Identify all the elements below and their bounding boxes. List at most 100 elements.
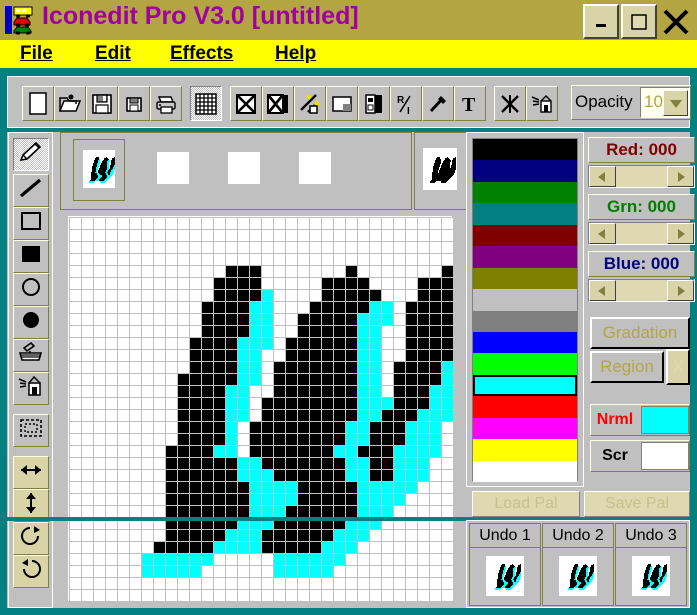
rectangle-outline-icon xyxy=(18,210,44,237)
text-button[interactable]: T xyxy=(454,86,486,121)
blue-scrollbar[interactable] xyxy=(588,279,695,302)
preview-strip xyxy=(60,132,412,210)
palette-swatch-green[interactable] xyxy=(473,181,577,204)
region-clear-button[interactable]: X xyxy=(666,349,690,385)
palette-swatch-maroon[interactable] xyxy=(473,224,577,247)
open-file-button[interactable] xyxy=(54,86,86,121)
screen-color-row[interactable]: Scr xyxy=(590,440,690,472)
menu-effects[interactable]: Effects xyxy=(170,43,233,65)
green-decrement-button[interactable] xyxy=(589,223,616,244)
red-scrollbar[interactable] xyxy=(588,165,695,188)
normal-color-row[interactable]: Nrml xyxy=(590,404,690,436)
right-arrow-icon xyxy=(678,229,685,239)
save-palette-button[interactable]: Save Pal xyxy=(584,491,690,517)
spray-tool[interactable] xyxy=(13,372,49,405)
ratio-button[interactable]: RI xyxy=(390,86,422,121)
eyedropper-button[interactable] xyxy=(422,86,454,121)
rotate-cw-tool[interactable] xyxy=(13,522,49,555)
palette-swatch-navy[interactable] xyxy=(473,160,577,182)
pixel-canvas[interactable] xyxy=(67,215,453,602)
region-button[interactable]: Region xyxy=(590,351,664,383)
green-scrollbar[interactable] xyxy=(588,222,695,245)
screen-color-swatch[interactable] xyxy=(641,442,689,470)
undo-slot-3[interactable]: Undo 3 xyxy=(615,523,687,606)
select-region-tool[interactable] xyxy=(13,414,49,447)
opacity-dropdown-button[interactable] xyxy=(663,90,688,116)
ellipse-outline-tool[interactable] xyxy=(13,273,49,306)
device-button[interactable] xyxy=(358,86,390,121)
close-button[interactable] xyxy=(659,6,693,37)
undo-slot-1[interactable]: Undo 1 xyxy=(469,523,541,606)
palette-swatch-lime[interactable] xyxy=(473,353,577,375)
screen-color-label: Scr xyxy=(602,447,628,464)
blue-increment-button[interactable] xyxy=(667,280,694,301)
preview-slot-4[interactable] xyxy=(299,152,331,184)
green-increment-button[interactable] xyxy=(667,223,694,244)
palette-swatch-silver[interactable] xyxy=(473,289,577,311)
canvas-area xyxy=(62,212,458,606)
menu-file[interactable]: File xyxy=(20,43,53,65)
flip-horizontal-tool[interactable] xyxy=(13,456,49,489)
green-control: Grn: 000 xyxy=(588,194,695,245)
red-decrement-button[interactable] xyxy=(589,166,616,187)
left-arrow-icon xyxy=(598,172,605,182)
rotate-counterclockwise-icon xyxy=(18,557,44,586)
blue-control: Blue: 000 xyxy=(588,251,695,302)
palette-swatch-black[interactable] xyxy=(473,139,577,161)
floppy-small-icon xyxy=(124,95,144,113)
paint-bucket-icon xyxy=(17,341,45,370)
line-tool[interactable] xyxy=(13,174,49,207)
green-label: Grn: 000 xyxy=(588,194,695,220)
palette-swatch-magenta[interactable] xyxy=(473,417,577,440)
effects-button[interactable] xyxy=(526,86,558,121)
ellipse-outline-icon xyxy=(18,276,44,303)
menu-effects-label: Effects xyxy=(170,43,234,64)
print-button[interactable] xyxy=(150,86,182,121)
minimize-button[interactable] xyxy=(583,4,619,39)
svg-text:R: R xyxy=(397,95,405,106)
palette-swatch-white[interactable] xyxy=(473,460,577,482)
new-file-button[interactable] xyxy=(22,86,54,121)
preview-current[interactable] xyxy=(83,150,115,188)
palette-swatch-red[interactable] xyxy=(473,396,577,418)
palette-swatch-blue[interactable] xyxy=(473,331,577,354)
palette-swatch-yellow[interactable] xyxy=(473,439,577,461)
maximize-icon xyxy=(623,6,655,37)
rotate-ccw-tool[interactable] xyxy=(13,555,49,588)
pencil-icon xyxy=(17,140,45,169)
menu-help[interactable]: Help xyxy=(275,43,316,65)
load-palette-button[interactable]: Load Pal xyxy=(472,491,580,517)
preview-slot-2[interactable] xyxy=(157,152,189,184)
save-file-button[interactable] xyxy=(86,86,118,121)
opacity-input[interactable]: 100 xyxy=(640,87,690,118)
copy-button[interactable] xyxy=(262,86,294,121)
palette-swatch-purple[interactable] xyxy=(473,246,577,268)
menu-file-label: File xyxy=(20,43,53,64)
palette-swatch-teal[interactable] xyxy=(473,203,577,225)
device-icon xyxy=(364,93,384,115)
undo-slot-2-thumb xyxy=(559,556,597,596)
normal-color-swatch[interactable] xyxy=(641,406,689,434)
undo-slot-2[interactable]: Undo 2 xyxy=(542,523,614,606)
palette-swatch-gray[interactable] xyxy=(473,310,577,332)
blue-decrement-button[interactable] xyxy=(589,280,616,301)
toggle-grid-button[interactable] xyxy=(190,86,222,121)
preview-slot-3[interactable] xyxy=(228,152,260,184)
mirror-button[interactable] xyxy=(494,86,526,121)
save-as-button[interactable] xyxy=(118,86,150,121)
rect-filled-tool[interactable] xyxy=(13,240,49,273)
fill-bucket-tool[interactable] xyxy=(13,339,49,372)
red-increment-button[interactable] xyxy=(667,166,694,187)
gradation-button[interactable]: Gradation xyxy=(590,317,690,349)
preview-large[interactable] xyxy=(423,148,457,190)
clear-button[interactable] xyxy=(326,86,358,121)
menu-edit[interactable]: Edit xyxy=(95,43,131,65)
ellipse-filled-tool[interactable] xyxy=(13,306,49,339)
pencil-tool[interactable] xyxy=(13,138,49,171)
paste-button[interactable] xyxy=(294,86,326,121)
palette-swatch-olive[interactable] xyxy=(473,267,577,290)
maximize-button[interactable] xyxy=(621,4,657,39)
cut-button[interactable] xyxy=(230,86,262,121)
palette-swatch-cyan[interactable] xyxy=(473,374,577,397)
rect-outline-tool[interactable] xyxy=(13,207,49,240)
